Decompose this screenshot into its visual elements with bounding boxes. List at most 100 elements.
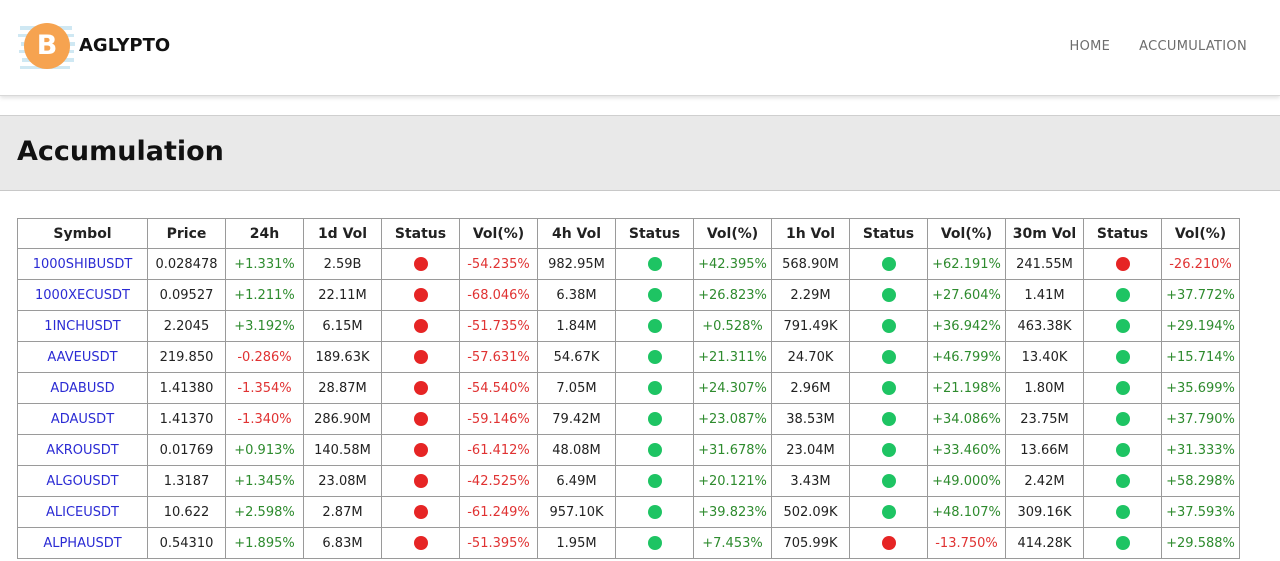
vol-4h-cell: 1.95M bbox=[537, 527, 616, 559]
vol-30m-cell: 23.75M bbox=[1005, 403, 1084, 435]
symbol-link[interactable]: AAVEUSDT bbox=[47, 350, 117, 365]
status-4h-cell bbox=[615, 496, 694, 528]
symbol-link[interactable]: ADABUSD bbox=[50, 381, 114, 396]
status-dot-icon bbox=[413, 474, 428, 488]
change-24h-cell: +1.331% bbox=[225, 248, 304, 280]
status-dot-icon bbox=[881, 288, 896, 302]
vol-1h-cell: 3.43M bbox=[771, 465, 850, 497]
vol-4h-cell: 6.38M bbox=[537, 279, 616, 311]
status-dot-icon bbox=[413, 443, 428, 457]
symbol-link[interactable]: 1000XECUSDT bbox=[35, 288, 130, 303]
volpct-4h-cell: +0.528% bbox=[693, 310, 772, 342]
symbol-cell: ADAUSDT bbox=[17, 403, 148, 435]
symbol-link[interactable]: ALICEUSDT bbox=[46, 505, 119, 520]
change-24h-cell: -1.340% bbox=[225, 403, 304, 435]
symbol-link[interactable]: ALPHAUSDT bbox=[43, 536, 121, 551]
volpct-1d-cell: -54.540% bbox=[459, 372, 538, 404]
status-1d-cell bbox=[381, 527, 460, 559]
status-30m-cell bbox=[1083, 403, 1162, 435]
status-1d-cell bbox=[381, 310, 460, 342]
brand-logo[interactable]: B bbox=[18, 18, 76, 74]
vol-4h-cell: 1.84M bbox=[537, 310, 616, 342]
volpct-1h-cell: +48.107% bbox=[927, 496, 1006, 528]
vol-4h-cell: 54.67K bbox=[537, 341, 616, 373]
page-title-bar: Accumulation bbox=[0, 115, 1280, 191]
table-row: ADABUSD 1.41380 -1.354% 28.87M -54.540% 7.05M… bbox=[17, 372, 1240, 404]
status-1d-cell bbox=[381, 372, 460, 404]
column-header-status-30m: Status bbox=[1083, 218, 1162, 249]
column-header-status-1d: Status bbox=[381, 218, 460, 249]
status-dot-icon bbox=[647, 443, 662, 457]
status-dot-icon bbox=[1115, 350, 1130, 364]
status-dot-icon bbox=[647, 381, 662, 395]
volpct-1h-cell: +49.000% bbox=[927, 465, 1006, 497]
status-dot-icon bbox=[1115, 443, 1130, 457]
table-row: AAVEUSDT 219.850 -0.286% 189.63K -57.631% 54.… bbox=[17, 341, 1240, 373]
price-cell: 0.09527 bbox=[147, 279, 226, 311]
column-header-4h-vol: 4h Vol bbox=[537, 218, 616, 249]
volpct-30m-cell: -26.210% bbox=[1161, 248, 1240, 280]
status-1d-cell bbox=[381, 279, 460, 311]
vol-1d-cell: 2.59B bbox=[303, 248, 382, 280]
status-30m-cell bbox=[1083, 279, 1162, 311]
status-dot-icon bbox=[647, 288, 662, 302]
bitcoin-icon: B bbox=[24, 23, 70, 69]
column-header-1d-vol: 1d Vol bbox=[303, 218, 382, 249]
symbol-link[interactable]: AKROUSDT bbox=[46, 443, 118, 458]
volpct-1d-cell: -51.395% bbox=[459, 527, 538, 559]
status-dot-icon bbox=[647, 505, 662, 519]
status-dot-icon bbox=[647, 257, 662, 271]
vol-4h-cell: 7.05M bbox=[537, 372, 616, 404]
status-dot-icon bbox=[647, 350, 662, 364]
vol-4h-cell: 982.95M bbox=[537, 248, 616, 280]
status-1h-cell bbox=[849, 248, 928, 280]
status-4h-cell bbox=[615, 310, 694, 342]
volpct-1h-cell: +62.191% bbox=[927, 248, 1006, 280]
accumulation-table: Symbol Price 24h 1d Vol Status Vol(%) 4h Vol St… bbox=[17, 218, 1240, 559]
table-row: ALICEUSDT 10.622 +2.598% 2.87M -61.249% 957.1… bbox=[17, 496, 1240, 528]
change-24h-cell: +0.913% bbox=[225, 434, 304, 466]
nav-accumulation-link[interactable]: ACCUMULATION bbox=[1139, 39, 1247, 54]
nav-home-link[interactable]: HOME bbox=[1070, 39, 1111, 54]
symbol-link[interactable]: ADAUSDT bbox=[51, 412, 114, 427]
status-30m-cell bbox=[1083, 372, 1162, 404]
column-header-price: Price bbox=[147, 218, 226, 249]
change-24h-cell: -1.354% bbox=[225, 372, 304, 404]
symbol-link[interactable]: ALGOUSDT bbox=[46, 474, 118, 489]
price-cell: 2.2045 bbox=[147, 310, 226, 342]
symbol-link[interactable]: 1000SHIBUSDT bbox=[33, 257, 133, 272]
status-4h-cell bbox=[615, 279, 694, 311]
status-dot-icon bbox=[881, 443, 896, 457]
brand-name[interactable]: AGLYPTO bbox=[79, 35, 170, 56]
status-4h-cell bbox=[615, 248, 694, 280]
status-dot-icon bbox=[1115, 319, 1130, 333]
price-cell: 1.3187 bbox=[147, 465, 226, 497]
status-dot-icon bbox=[413, 350, 428, 364]
change-24h-cell: -0.286% bbox=[225, 341, 304, 373]
status-dot-icon bbox=[413, 319, 428, 333]
vol-1h-cell: 2.29M bbox=[771, 279, 850, 311]
status-dot-icon bbox=[1115, 505, 1130, 519]
volpct-30m-cell: +29.194% bbox=[1161, 310, 1240, 342]
status-1d-cell bbox=[381, 465, 460, 497]
vol-1h-cell: 38.53M bbox=[771, 403, 850, 435]
status-dot-icon bbox=[881, 505, 896, 519]
status-1d-cell bbox=[381, 496, 460, 528]
volpct-1h-cell: -13.750% bbox=[927, 527, 1006, 559]
vol-1d-cell: 23.08M bbox=[303, 465, 382, 497]
volpct-1h-cell: +46.799% bbox=[927, 341, 1006, 373]
vol-30m-cell: 1.41M bbox=[1005, 279, 1084, 311]
table-row: ADAUSDT 1.41370 -1.340% 286.90M -59.146% 79.4… bbox=[17, 403, 1240, 435]
volpct-4h-cell: +26.823% bbox=[693, 279, 772, 311]
top-nav: HOME ACCUMULATION bbox=[1070, 39, 1247, 54]
status-dot-icon bbox=[1115, 257, 1130, 271]
volpct-30m-cell: +35.699% bbox=[1161, 372, 1240, 404]
vol-30m-cell: 414.28K bbox=[1005, 527, 1084, 559]
volpct-30m-cell: +31.333% bbox=[1161, 434, 1240, 466]
volpct-4h-cell: +23.087% bbox=[693, 403, 772, 435]
status-30m-cell bbox=[1083, 248, 1162, 280]
status-dot-icon bbox=[413, 412, 428, 426]
price-cell: 0.54310 bbox=[147, 527, 226, 559]
vol-1h-cell: 24.70K bbox=[771, 341, 850, 373]
symbol-link[interactable]: 1INCHUSDT bbox=[44, 319, 120, 334]
